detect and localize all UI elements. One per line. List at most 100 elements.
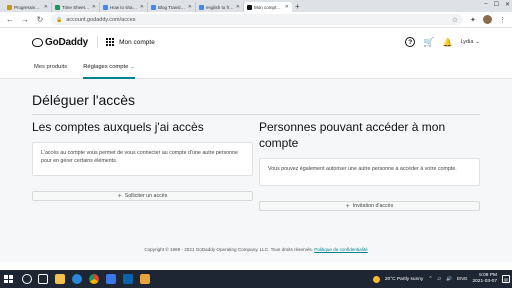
chrome-icon[interactable] [89, 274, 99, 284]
window-controls: – ☐ ✕ [484, 1, 510, 8]
help-icon[interactable]: ? [405, 37, 416, 47]
tab-label: How to share acco [110, 4, 138, 10]
tab-label: Time Sheet - Googl [62, 4, 90, 10]
tab-close-icon[interactable]: ✕ [188, 4, 192, 10]
forward-arrow-icon[interactable]: → [21, 15, 29, 24]
tab-favicon-icon [7, 4, 12, 10]
browser-tab[interactable]: Progressive Web ✕ [4, 2, 52, 12]
button-label: Invitation d'accès [352, 203, 394, 209]
tab-label: Progressive Web [14, 4, 42, 10]
user-menu[interactable]: Lydia ⌄ [460, 39, 480, 45]
tab-label: Blog Translation to [158, 4, 186, 10]
browser-menu-icon[interactable]: ⋮ [499, 16, 506, 24]
profile-avatar[interactable] [482, 15, 492, 24]
bookmark-star-icon[interactable]: ☆ [452, 16, 458, 24]
tab-close-icon[interactable]: ✕ [140, 4, 144, 10]
clock[interactable]: 5:08 PM 2021-03-07 [472, 273, 497, 285]
store-icon[interactable] [106, 274, 116, 284]
app-icon[interactable] [140, 274, 150, 284]
volume-icon[interactable]: 🔊 [446, 277, 452, 282]
back-arrow-icon[interactable]: ← [6, 15, 14, 24]
tab-label: Réglages compte [83, 63, 129, 70]
logo-text: GoDaddy [45, 36, 89, 48]
account-subnav: Mes produits Réglages compte ⌄ [0, 55, 512, 79]
windows-taskbar: 20°C Partly sunny ⌃ ▱ 🔊 ENG 5:08 PM 2021… [0, 270, 512, 288]
browser-tab[interactable]: Time Sheet - Googl ✕ [52, 2, 100, 12]
tab-label: Mon compte | Accu [254, 4, 283, 10]
header-title[interactable]: Mon compte [119, 39, 155, 46]
browser-tab[interactable]: Blog Translation to ✕ [148, 2, 196, 12]
main-content: Déléguer l'accès Les comptes auxquels j'… [0, 79, 512, 262]
tab-account-settings[interactable]: Réglages compte ⌄ [83, 55, 135, 79]
tab-my-products[interactable]: Mes produits [34, 55, 67, 79]
search-icon[interactable] [22, 274, 32, 284]
taskbar-apps [38, 274, 150, 284]
tab-label: Mes produits [34, 63, 68, 70]
info-card: L'accès au compte vous permet de vous co… [32, 142, 253, 176]
reload-icon[interactable]: ↻ [36, 15, 44, 24]
edge-icon[interactable] [72, 274, 82, 284]
tray-chevron-icon[interactable]: ⌃ [428, 277, 432, 282]
card-description: Vous pouvez également autoriser une autr… [268, 166, 457, 172]
godaddy-logo[interactable]: GoDaddy [32, 37, 88, 48]
cart-icon[interactable]: 🛒 [423, 37, 434, 48]
tab-close-icon[interactable]: ✕ [236, 4, 240, 10]
title-divider [32, 114, 480, 115]
info-card: Vous pouvez également autoriser une autr… [259, 158, 480, 186]
plus-icon: + [117, 192, 122, 200]
apps-grid-icon[interactable] [106, 38, 115, 46]
url-field[interactable]: 🔒 account.godaddy.com/acces ☆ [51, 14, 463, 25]
system-tray: 20°C Partly sunny ⌃ ▱ 🔊 ENG 5:08 PM 2021… [372, 273, 510, 285]
tab-favicon-icon [103, 4, 108, 10]
header-actions: ? 🛒 🔔 Lydia ⌄ [405, 37, 480, 48]
footer: Copyright © 1999 - 2021 GoDaddy Operatin… [0, 247, 512, 252]
browser-tab-active[interactable]: Mon compte | Accu ✕ [244, 2, 292, 12]
tab-close-icon[interactable]: ✕ [285, 4, 289, 10]
tab-favicon-icon [55, 4, 60, 10]
task-view-icon[interactable] [38, 274, 48, 284]
tab-favicon-icon [151, 4, 156, 10]
minimize-button[interactable]: – [484, 1, 487, 8]
windows-start-icon[interactable] [2, 273, 14, 285]
weather-text[interactable]: 20°C Partly sunny [385, 277, 423, 282]
chevron-down-icon: ⌄ [475, 39, 480, 45]
lock-icon: 🔒 [56, 16, 63, 23]
privacy-policy-link[interactable]: Politique de confidentialité [314, 247, 367, 252]
clock-date: 2021-03-07 [472, 279, 497, 284]
tab-label: english to french tr [206, 4, 234, 10]
notification-bell-icon[interactable]: 🔔 [442, 38, 452, 47]
new-tab-button[interactable]: + [295, 2, 300, 12]
plus-icon: + [345, 202, 350, 210]
network-icon[interactable]: ▱ [437, 277, 441, 282]
browser-tab[interactable]: How to share acco ✕ [100, 2, 148, 12]
section-title: Les comptes auxquels j'ai accès [32, 120, 204, 134]
tab-favicon-icon [247, 4, 252, 10]
godaddy-logo-icon [32, 37, 43, 47]
user-name: Lydia [460, 39, 474, 45]
file-explorer-icon[interactable] [55, 274, 65, 284]
extensions-icon[interactable]: ✦ [470, 16, 476, 24]
browser-tab-strip: Progressive Web ✕ Time Sheet - Googl ✕ H… [0, 0, 512, 12]
tab-close-icon[interactable]: ✕ [44, 4, 48, 10]
tab-favicon-icon [199, 4, 204, 10]
header-divider [97, 36, 99, 48]
section-title: Personnes pouvant accéder à mon compte [259, 120, 446, 150]
chevron-down-icon: ⌄ [130, 63, 135, 70]
access-invitation-button[interactable]: + Invitation d'accès [259, 201, 480, 211]
button-label: Solliciter un accès [124, 193, 168, 199]
card-description: L'accès au compte vous permet de vous co… [41, 150, 238, 164]
weather-sun-icon [372, 275, 380, 283]
tab-close-icon[interactable]: ✕ [92, 4, 96, 10]
url-text: account.godaddy.com/acces [66, 16, 136, 23]
copyright-text: Copyright © 1999 - 2021 GoDaddy Operatin… [144, 247, 313, 252]
accounts-i-access-section: Les comptes auxquels j'ai accès L'accès … [32, 119, 253, 201]
mail-icon[interactable] [123, 274, 133, 284]
language-indicator[interactable]: ENG [457, 277, 467, 282]
close-window-button[interactable]: ✕ [505, 1, 510, 8]
request-access-button[interactable]: + Solliciter un accès [32, 191, 253, 201]
page-title: Déléguer l'accès [32, 92, 136, 108]
browser-tab[interactable]: english to french tr ✕ [196, 2, 244, 12]
maximize-button[interactable]: ☐ [494, 1, 499, 8]
people-with-access-section: Personnes pouvant accéder à mon compte V… [259, 119, 480, 211]
notification-center-icon[interactable]: ▤ [502, 275, 510, 283]
